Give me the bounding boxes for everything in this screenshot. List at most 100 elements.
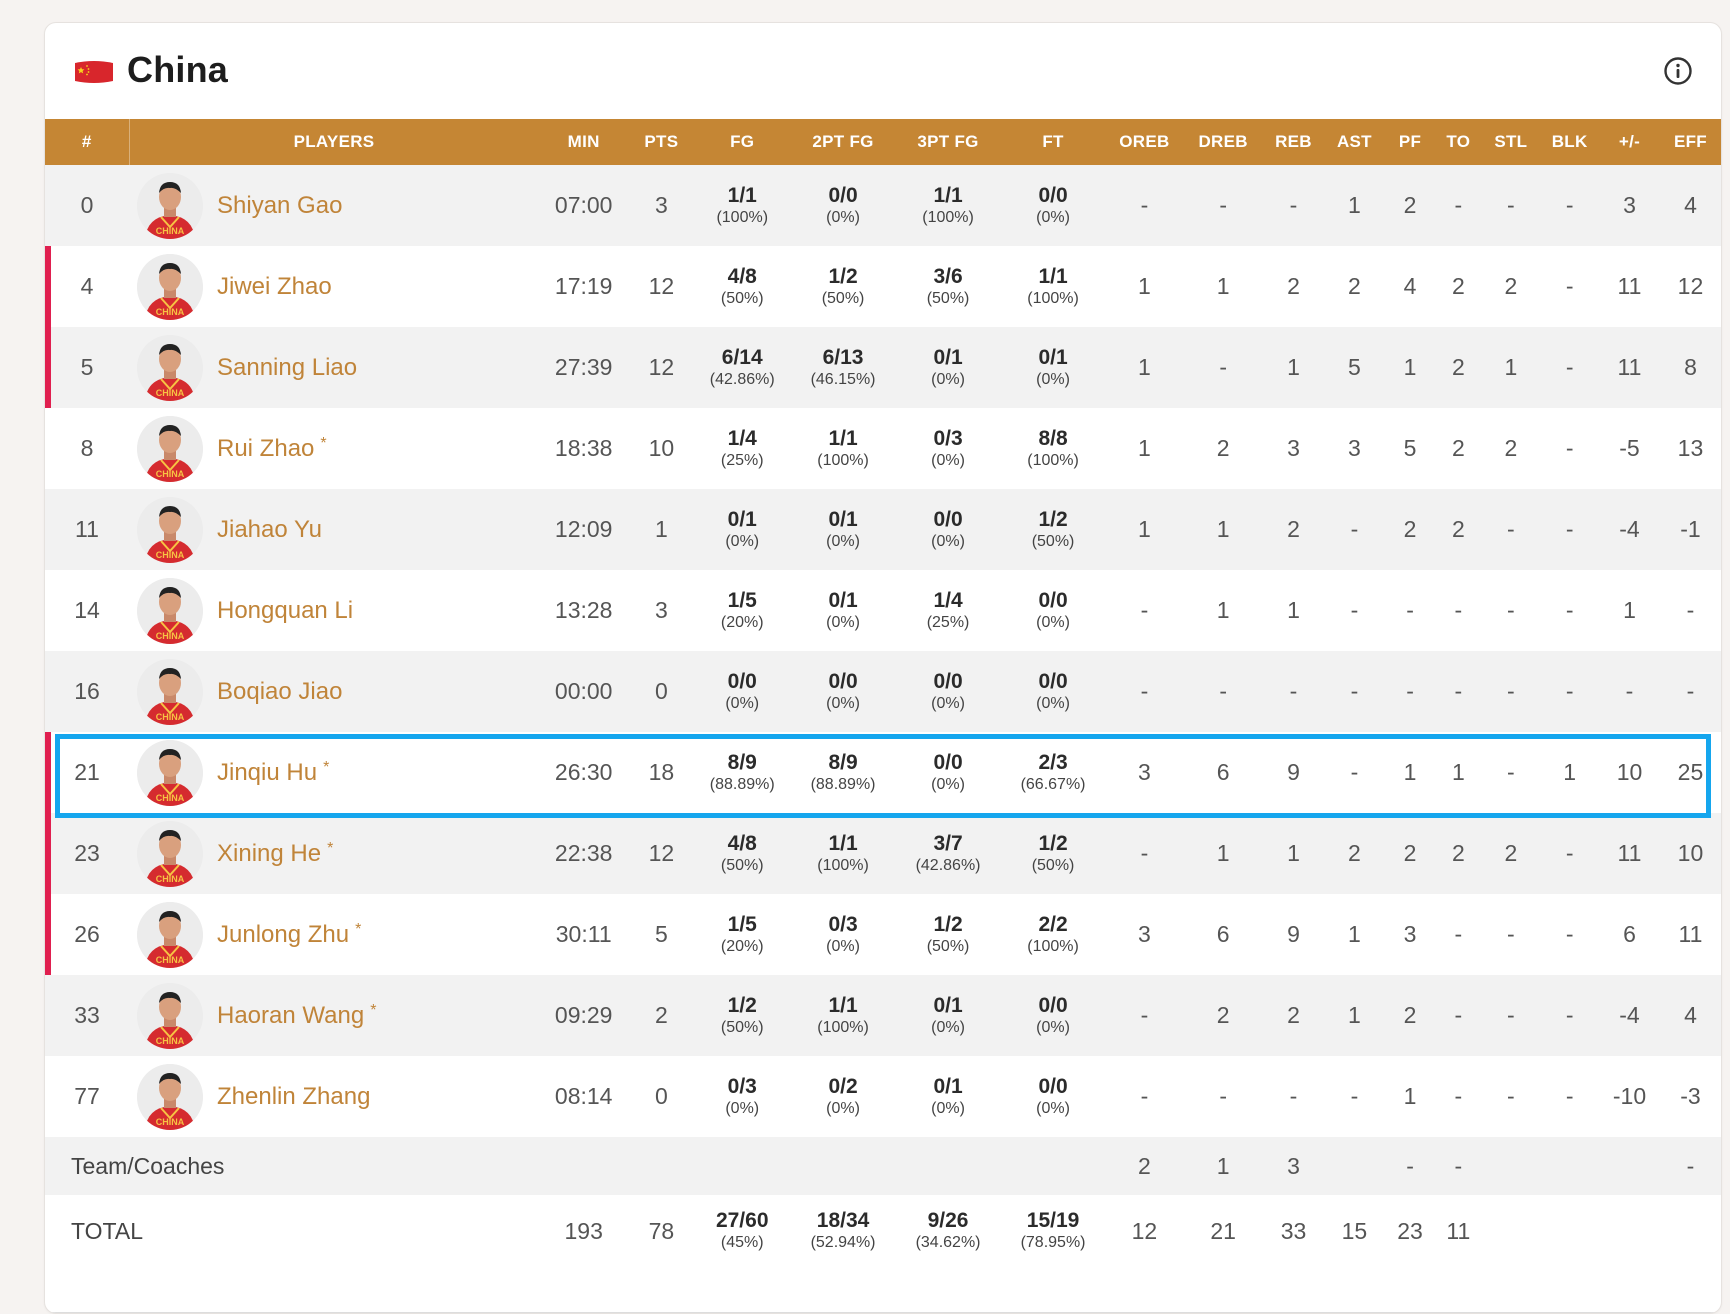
player-blk: - [1540,813,1600,894]
player-fg-made: 1/1 [727,183,757,207]
player-number: 23 [45,813,129,894]
player-name-link[interactable]: Jiwei Zhao [217,273,332,301]
total-plus-minus [1599,1195,1660,1267]
player-cell: CHINA Jinqiu Hu * [129,732,539,813]
player-name-link[interactable]: Hongquan Li [217,597,353,625]
player-row[interactable]: 33 CHINA Haoran Wang * 09:29 2 1/2 (50%) 1/1 (100… [45,975,1721,1056]
player-min: 17:19 [538,246,629,327]
player-ft-pct: (66.67%) [1020,775,1086,793]
svg-text:CHINA: CHINA [156,550,185,560]
player-name-link[interactable]: Haoran Wang * [217,1002,376,1030]
player-name-link[interactable]: Junlong Zhu * [217,921,361,949]
player-ft-pct: (50%) [1031,532,1075,550]
player-name-link[interactable]: Boqiao Jiao [217,678,342,706]
info-icon[interactable] [1663,56,1693,86]
player-row[interactable]: 8 CHINA Rui Zhao * 18:38 10 1/4 (25%) 1/1 (100%) 0… [45,408,1721,489]
total-2pt-pct: (52.94%) [810,1234,876,1252]
player-ast: 1 [1323,165,1385,246]
col-header-to[interactable]: TO [1435,119,1482,165]
player-2pt-fg: 1/1 (100%) [790,975,896,1056]
col-header-number[interactable]: # [45,119,130,165]
col-header-oreb[interactable]: OREB [1105,119,1184,165]
player-row[interactable]: 26 CHINA Junlong Zhu * 30:11 5 1/5 (20%) 0/3 (0%)… [45,894,1721,975]
player-3pt-fg: 3/7 (42.86%) [895,813,1001,894]
col-header-reb[interactable]: REB [1263,119,1324,165]
player-row[interactable]: 14 CHINA Hongquan Li 13:28 3 1/5 (20%) 0/1 (0%) 1… [45,570,1721,651]
player-oreb: - [1105,1056,1184,1137]
player-to: - [1435,975,1482,1056]
total-blk [1540,1195,1600,1267]
col-header-3pt-fg[interactable]: 3PT FG [895,119,1001,165]
col-header-ast[interactable]: AST [1323,119,1385,165]
player-plus-minus: - [1599,651,1660,732]
total-ft-made: 15/19 [1026,1209,1080,1233]
player-name-link[interactable]: Xining He * [217,840,333,868]
player-row[interactable]: 5 CHINA Sanning Liao 27:39 12 6/14 (42.86%) 6/1… [45,327,1721,408]
col-header-2pt-fg[interactable]: 2PT FG [790,119,896,165]
player-fg: 6/14 (42.86%) [693,327,791,408]
total-stl [1481,1195,1541,1267]
player-fg: 0/3 (0%) [693,1056,791,1137]
player-name-link[interactable]: Sanning Liao [217,354,357,382]
player-fg: 4/8 (50%) [693,246,791,327]
player-oreb: - [1105,165,1184,246]
player-row[interactable]: 77 CHINA Zhenlin Zhang 08:14 0 0/3 (0%) 0/2 (0%)… [45,1056,1721,1137]
starter-marker: * [320,434,327,452]
player-3pt-fg: 0/1 (0%) [895,975,1001,1056]
col-header-players[interactable]: PLAYERS [129,119,539,165]
player-name-link[interactable]: Jinqiu Hu * [217,759,329,787]
player-reb: 1 [1263,570,1324,651]
col-header-eff[interactable]: EFF [1659,119,1721,165]
total-to: 11 [1435,1195,1482,1267]
player-row[interactable]: 4 CHINA Jiwei Zhao 17:19 12 4/8 (50%) 1/2 (50%) 3… [45,246,1721,327]
player-name-link[interactable]: Shiyan Gao [217,192,342,220]
player-avatar: CHINA [137,982,203,1049]
col-header-min[interactable]: MIN [538,119,629,165]
player-3pt-fg: 0/3 (0%) [895,408,1001,489]
player-3pt-fg: 1/1 (100%) [895,165,1001,246]
col-header-blk[interactable]: BLK [1540,119,1600,165]
col-header-plus-minus[interactable]: +/- [1599,119,1660,165]
player-to: 2 [1435,246,1482,327]
col-header-stl[interactable]: STL [1481,119,1541,165]
total-3pt-pct: (34.62%) [915,1234,981,1252]
col-header-pts[interactable]: PTS [628,119,694,165]
player-to: - [1435,570,1482,651]
player-name-link[interactable]: Rui Zhao * [217,435,327,463]
player-dreb: 2 [1183,408,1264,489]
player-2pt-fg: 6/13 (46.15%) [790,327,896,408]
player-pts: 0 [628,1056,694,1137]
player-cell: CHINA Boqiao Jiao [129,651,539,732]
player-number: 0 [45,165,129,246]
player-eff: - [1659,651,1721,732]
player-2pt-fg-made: 0/1 [828,507,858,531]
player-row[interactable]: 11 CHINA Jiahao Yu 12:09 1 0/1 (0%) 0/1 (0%) 0/0(… [45,489,1721,570]
player-reb: - [1263,1056,1324,1137]
col-header-pf[interactable]: PF [1384,119,1436,165]
player-name-link[interactable]: Zhenlin Zhang [217,1083,370,1111]
player-avatar: CHINA [137,658,203,725]
player-name-link[interactable]: Jiahao Yu [217,516,322,544]
player-to: 2 [1435,813,1482,894]
player-fg-made: 6/14 [721,345,763,369]
col-header-ft[interactable]: FT [1000,119,1106,165]
player-row[interactable]: 16 CHINA Boqiao Jiao 00:00 0 0/0 (0%) 0/0 (0%) 0/… [45,651,1721,732]
col-header-dreb[interactable]: DREB [1183,119,1264,165]
player-number: 26 [45,894,129,975]
col-header-fg[interactable]: FG [693,119,791,165]
player-row[interactable]: 23 CHINA Xining He * 22:38 12 4/8 (50%) 1/1 (100%… [45,813,1721,894]
player-3pt-fg-pct: (0%) [931,1018,965,1036]
player-pts: 12 [628,813,694,894]
player-name: Jiahao Yu [217,515,322,543]
team-plus-minus [1599,1137,1660,1195]
team-blk [1540,1137,1600,1195]
player-3pt-fg: 3/6 (50%) [895,246,1001,327]
player-row[interactable]: 0 CHINA Shiyan Gao 07:00 3 1/1 (100%) 0/0 (0%) 1/… [45,165,1721,246]
player-3pt-fg-made: 0/1 [933,1074,963,1098]
player-ft-made: 2/3 [1038,750,1068,774]
player-ft: 1/1 (100%) [1000,246,1106,327]
player-2pt-fg-made: 0/1 [828,588,858,612]
player-blk: - [1540,246,1600,327]
player-row[interactable]: 21 CHINA Jinqiu Hu * 26:30 18 8/9 (88.89%) 8/9 (8… [45,732,1721,813]
player-dreb: 6 [1183,732,1264,813]
